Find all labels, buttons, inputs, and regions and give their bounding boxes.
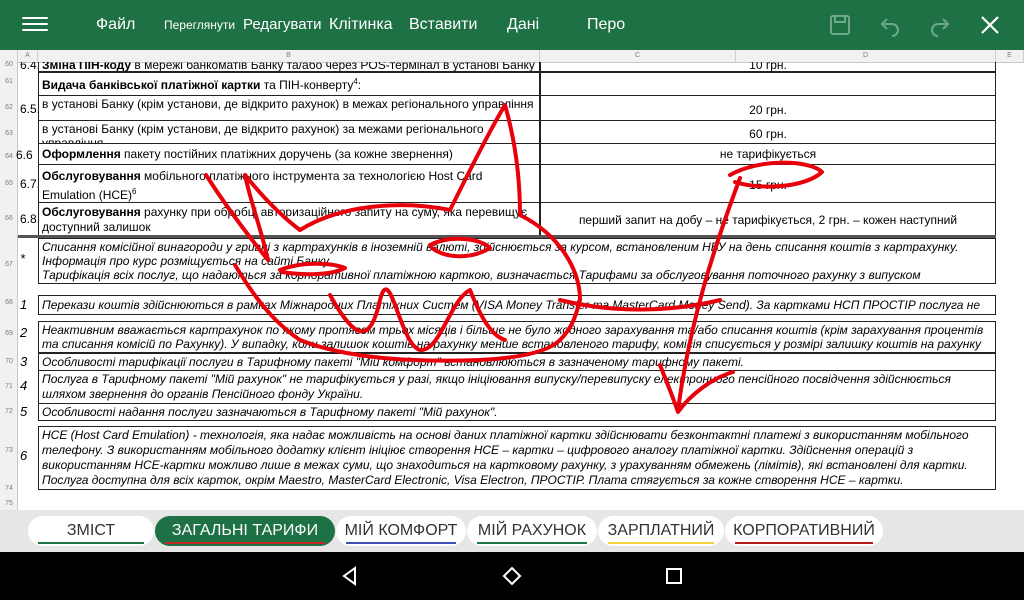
row-index: 6.4. [20,62,41,72]
column-header-d[interactable]: D [736,50,996,62]
spreadsheet-grid[interactable]: 6.4. Зміна ПІН-коду в мережі банкоматів … [0,62,1024,510]
table-cell[interactable] [540,72,996,96]
menu-data[interactable]: Дані [507,0,539,50]
hamburger-icon[interactable] [22,13,48,37]
tab-contents[interactable]: ЗМІСТ [28,516,154,546]
menu-cell[interactable]: Клітинка [329,0,393,50]
tab-salary[interactable]: ЗАРПЛАТНИЙ [598,516,724,546]
menu-pen[interactable]: Перо [587,0,625,50]
back-icon[interactable] [339,565,361,587]
column-header-a[interactable]: A [18,50,38,62]
tab-my-comfort[interactable]: МІЙ КОМФОРТ [336,516,466,546]
tab-corporate[interactable]: КОРПОРАТИВНИЙ [725,516,883,546]
table-cell[interactable]: Оформлення пакету постійних платіжних до… [38,143,540,165]
close-icon[interactable] [978,13,1002,37]
footnote-mark: 4 [20,378,28,393]
menu-file[interactable]: Файл [96,0,135,50]
table-cell[interactable]: 60 грн. [540,120,996,144]
footnote-mark: 2 [20,325,28,340]
system-navigation-bar [0,552,1024,600]
undo-icon[interactable] [878,13,902,37]
table-cell[interactable]: перший запит на добу – не тарифікується,… [540,202,996,236]
table-cell[interactable]: в установі Банку (крім установи, де відк… [38,95,540,121]
sheet-tab-bar: ЗМІСТ ЗАГАЛЬНІ ТАРИФИ МІЙ КОМФОРТ МІЙ РА… [0,510,1024,552]
table-cell[interactable]: не тарифікується [540,143,996,165]
table-cell[interactable]: 20 грн. [540,95,996,121]
footnote-mark: 1 [20,297,28,312]
table-cell[interactable]: 15 грн. [540,164,996,203]
table-cell[interactable]: 10 грн. [540,62,996,72]
column-header-e[interactable]: E [996,50,1024,62]
footnote-text[interactable]: HCE (Host Card Emulation) - технологія, … [38,426,996,490]
table-cell[interactable]: Видача банківської платіжної картки та П… [38,72,540,96]
menu-view[interactable]: Переглянути [164,0,235,50]
menu-insert[interactable]: Вставити [409,0,477,50]
row-index: 6.5. [20,102,41,116]
tab-my-account[interactable]: МІЙ РАХУНОК [467,516,597,546]
redo-icon[interactable] [928,13,952,37]
footnote-mark: * [20,251,26,266]
recents-icon[interactable] [663,565,685,587]
footnote-text[interactable]: Неактивним вважається картрахунок по яко… [38,321,996,353]
table-cell[interactable]: Зміна ПІН-коду в мережі банкоматів Банку… [38,62,540,72]
footnote-text[interactable]: Списання комісійної винагороди у гривні … [38,238,996,284]
home-icon[interactable] [501,565,523,587]
save-icon[interactable] [828,13,852,37]
table-cell[interactable]: в установі Банку (крім установи, де відк… [38,120,540,144]
menu-edit[interactable]: Редагувати [243,0,322,50]
table-cell[interactable]: Обслуговування мобільного платіжного інс… [38,164,540,203]
tab-general-tariffs[interactable]: ЗАГАЛЬНІ ТАРИФИ [155,516,335,546]
footnote-text[interactable]: Особливості тарифікації послуги в Тарифн… [38,353,996,371]
column-header-b[interactable]: B [38,50,540,62]
row-index: 6.7. [20,177,41,191]
footnote-mark: 5 [20,404,28,419]
footnote-mark: 3 [20,354,28,369]
footnote-text[interactable]: Особливості надання послуги зазначаються… [38,403,996,421]
footnote-text[interactable]: Послуга в Тарифному пакеті "Мій рахунок"… [38,370,996,404]
footnote-text[interactable]: Перекази коштів здійснюються в рамках Мі… [38,295,996,315]
top-toolbar: Файл Переглянути Редагувати Клітинка Вст… [0,0,1024,50]
row-index: 6.6 [16,148,33,162]
row-index: 6.8. [20,212,41,226]
footnote-mark: 6 [20,448,28,463]
table-cell[interactable]: Обслуговування рахунку при обробці автор… [38,202,540,236]
column-header-c[interactable]: C [540,50,736,62]
